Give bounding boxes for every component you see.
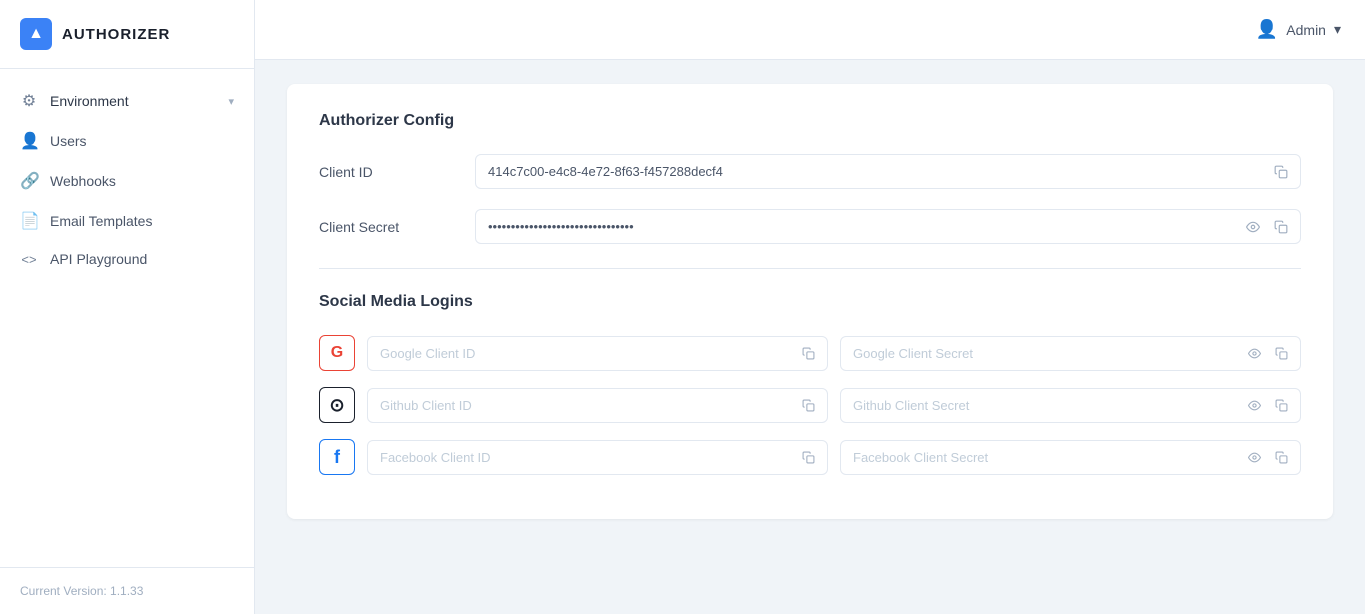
- sidebar-item-users[interactable]: 👤 Users: [0, 121, 254, 161]
- copy-github-secret-button[interactable]: [1271, 397, 1292, 414]
- sidebar-item-label: Webhooks: [50, 173, 116, 189]
- sidebar-item-label: Environment: [50, 93, 129, 109]
- github-client-id-input[interactable]: [368, 389, 798, 422]
- client-secret-input-wrapper: [475, 209, 1301, 244]
- github-client-secret-wrapper: [840, 388, 1301, 423]
- google-client-id-wrapper: [367, 336, 828, 371]
- authorizer-config-title: Authorizer Config: [319, 112, 1301, 130]
- google-row: G: [319, 335, 1301, 371]
- facebook-client-secret-wrapper: [840, 440, 1301, 475]
- sidebar-item-webhooks[interactable]: 🔗 Webhooks: [0, 161, 254, 201]
- copy-facebook-client-id-button[interactable]: [798, 449, 819, 466]
- google-fields: [367, 336, 1301, 371]
- github-row: ⊙: [319, 387, 1301, 423]
- google-icon: G: [319, 335, 355, 371]
- google-client-secret-wrapper: [840, 336, 1301, 371]
- toggle-facebook-secret-button[interactable]: [1244, 449, 1265, 466]
- user-label: Admin: [1286, 22, 1326, 38]
- user-icon: 👤: [20, 131, 38, 151]
- sidebar-nav: ⚙ Environment ▾ 👤 Users 🔗 Webhooks 📄 Ema…: [0, 69, 254, 567]
- copy-google-client-id-button[interactable]: [798, 345, 819, 362]
- github-fields: [367, 388, 1301, 423]
- logo-text: AUTHORIZER: [62, 26, 170, 43]
- client-secret-input[interactable]: [476, 210, 1242, 243]
- config-card: Authorizer Config Client ID Client Secre…: [287, 84, 1333, 519]
- topbar: 👤 Admin ▾: [255, 0, 1365, 60]
- google-client-secret-input[interactable]: [841, 337, 1244, 370]
- facebook-fields: [367, 440, 1301, 475]
- copy-google-secret-button[interactable]: [1271, 345, 1292, 362]
- facebook-row: f: [319, 439, 1301, 475]
- toggle-google-secret-button[interactable]: [1244, 345, 1265, 362]
- chevron-down-icon: ▾: [1334, 21, 1341, 38]
- toggle-secret-visibility-button[interactable]: [1242, 218, 1264, 236]
- client-secret-label: Client Secret: [319, 219, 459, 235]
- sidebar-item-label: API Playground: [50, 251, 147, 267]
- social-media-title: Social Media Logins: [319, 293, 1301, 311]
- client-secret-actions: [1242, 218, 1300, 236]
- facebook-icon: f: [319, 439, 355, 475]
- copy-github-client-id-button[interactable]: [798, 397, 819, 414]
- client-id-input[interactable]: [476, 155, 1270, 188]
- github-icon: ⊙: [319, 387, 355, 423]
- copy-facebook-secret-button[interactable]: [1271, 449, 1292, 466]
- link-icon: 🔗: [20, 171, 38, 191]
- client-secret-row: Client Secret: [319, 209, 1301, 244]
- document-icon: 📄: [20, 211, 38, 231]
- sidebar-item-label: Users: [50, 133, 87, 149]
- client-id-label: Client ID: [319, 164, 459, 180]
- client-id-row: Client ID: [319, 154, 1301, 189]
- copy-secret-button[interactable]: [1270, 218, 1292, 236]
- github-client-id-wrapper: [367, 388, 828, 423]
- user-avatar-icon: 👤: [1256, 19, 1278, 40]
- facebook-client-id-wrapper: [367, 440, 828, 475]
- github-client-secret-input[interactable]: [841, 389, 1244, 422]
- sidebar-item-email-templates[interactable]: 📄 Email Templates: [0, 201, 254, 241]
- sidebar-item-api-playground[interactable]: <> API Playground: [0, 241, 254, 277]
- client-id-input-wrapper: [475, 154, 1301, 189]
- toggle-github-secret-button[interactable]: [1244, 397, 1265, 414]
- content-area: Authorizer Config Client ID Client Secre…: [255, 60, 1365, 614]
- sidebar-item-label: Email Templates: [50, 213, 152, 229]
- gear-icon: ⚙: [20, 91, 38, 111]
- chevron-down-icon: ▾: [228, 95, 234, 108]
- sidebar-logo: ▲ AUTHORIZER: [0, 0, 254, 69]
- copy-client-id-button[interactable]: [1270, 163, 1292, 181]
- google-client-id-input[interactable]: [368, 337, 798, 370]
- sidebar-footer: Current Version: 1.1.33: [0, 567, 254, 614]
- sidebar-item-environment[interactable]: ⚙ Environment ▾: [0, 81, 254, 121]
- facebook-client-secret-input[interactable]: [841, 441, 1244, 474]
- client-id-actions: [1270, 163, 1300, 181]
- version-label: Current Version: 1.1.33: [20, 584, 143, 598]
- sidebar: ▲ AUTHORIZER ⚙ Environment ▾ 👤 Users 🔗 W…: [0, 0, 255, 614]
- user-menu[interactable]: 👤 Admin ▾: [1256, 19, 1341, 40]
- section-divider: [319, 268, 1301, 269]
- code-icon: <>: [20, 252, 38, 267]
- facebook-client-id-input[interactable]: [368, 441, 798, 474]
- logo-icon: ▲: [20, 18, 52, 50]
- main-area: 👤 Admin ▾ Authorizer Config Client ID: [255, 0, 1365, 614]
